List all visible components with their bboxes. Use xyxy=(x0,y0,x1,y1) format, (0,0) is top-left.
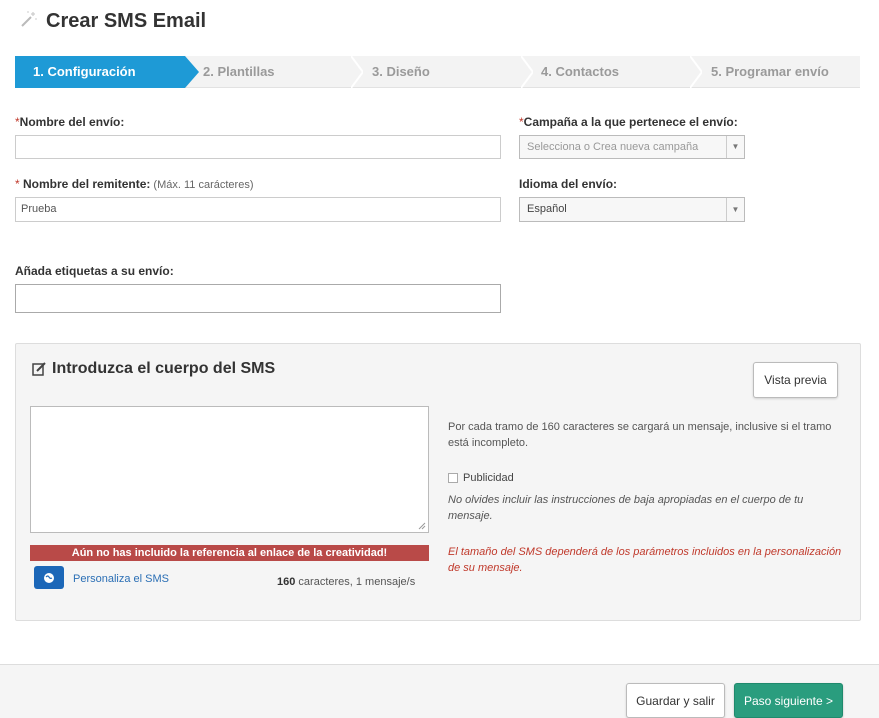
globe-icon xyxy=(44,572,54,583)
magic-wand-icon xyxy=(21,11,37,27)
save-exit-button[interactable]: Guardar y salir xyxy=(626,683,725,718)
page-header: Crear SMS Email xyxy=(0,0,879,44)
sms-panel-title: Introduzca el cuerpo del SMS xyxy=(32,360,275,378)
step-plantillas[interactable]: 2. Plantillas xyxy=(203,56,275,88)
resize-handle-icon[interactable] xyxy=(418,522,426,530)
send-name-label: *Nombre del envío: xyxy=(15,115,125,129)
step-configuracion[interactable]: 1. Configuración xyxy=(15,56,199,88)
sender-name-input[interactable]: Prueba xyxy=(15,197,501,222)
step-separator xyxy=(690,56,702,88)
edit-icon xyxy=(32,362,46,376)
step-diseno[interactable]: 3. Diseño xyxy=(372,56,430,88)
page-title: Crear SMS Email xyxy=(46,10,207,32)
personalize-sms-link[interactable]: Personaliza el SMS xyxy=(73,573,169,585)
advertising-checkbox-label: Publicidad xyxy=(463,472,514,484)
send-name-input[interactable] xyxy=(15,135,501,159)
language-select-value: Español xyxy=(527,203,567,215)
character-count: 160 caracteres, 1 mensaje/s xyxy=(277,576,416,588)
step-contactos[interactable]: 4. Contactos xyxy=(541,56,619,88)
language-select[interactable]: Español ▼ xyxy=(519,197,745,222)
tags-label: Añada etiquetas a su envío: xyxy=(15,264,174,278)
wizard-steps: 1. Configuración 2. Plantillas 3. Diseño… xyxy=(15,56,860,88)
chevron-down-icon: ▼ xyxy=(726,136,744,158)
size-note: El tamaño del SMS dependerá de los parám… xyxy=(448,546,842,574)
tags-input[interactable] xyxy=(15,284,501,313)
sms-info-text: Por cada tramo de 160 caracteres se carg… xyxy=(448,421,832,449)
step-separator xyxy=(521,56,533,88)
step-programar-envio[interactable]: 5. Programar envío xyxy=(711,56,829,88)
chevron-down-icon: ▼ xyxy=(726,198,744,221)
sms-panel-title-text: Introduzca el cuerpo del SMS xyxy=(52,360,276,377)
creative-link-warning: Aún no has incluido la referencia al enl… xyxy=(30,545,429,561)
step-separator xyxy=(351,56,363,88)
preview-button[interactable]: Vista previa xyxy=(753,362,838,398)
campaign-select-placeholder: Selecciona o Crea nueva campaña xyxy=(527,141,699,153)
advertising-checkbox[interactable] xyxy=(448,473,458,483)
sms-body-textarea[interactable] xyxy=(30,406,429,533)
campaign-select[interactable]: Selecciona o Crea nueva campaña ▼ xyxy=(519,135,745,159)
sender-name-label: * Nombre del remitente: (Máx. 11 carácte… xyxy=(15,177,254,191)
campaign-label: *Campaña a la que pertenece el envío: xyxy=(519,115,738,129)
language-label: Idioma del envío: xyxy=(519,177,618,191)
next-step-button[interactable]: Paso siguiente > xyxy=(734,683,843,718)
unsubscribe-note: No olvides incluir las instrucciones de … xyxy=(448,494,804,522)
personalize-button[interactable] xyxy=(34,566,64,589)
